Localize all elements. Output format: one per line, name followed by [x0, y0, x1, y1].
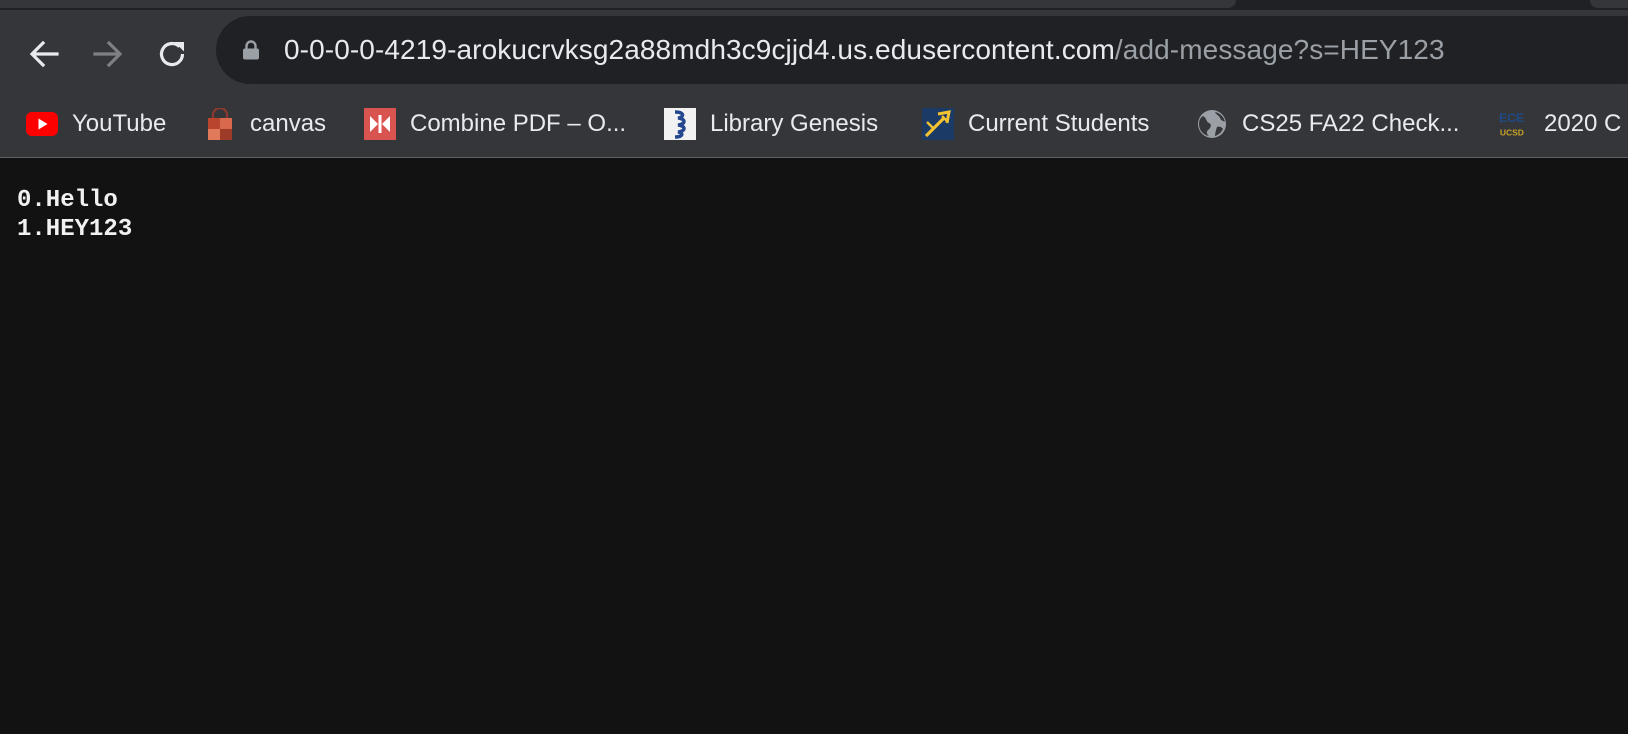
bookmark-label: Current Students [968, 110, 1150, 137]
svg-text:UCSD: UCSD [1500, 127, 1524, 137]
svg-text:ECE: ECE [1499, 111, 1524, 125]
reload-icon [159, 41, 185, 67]
combine-pdf-icon [364, 108, 396, 140]
bookmark-label: Combine PDF – O... [410, 110, 627, 137]
tab-strip [0, 0, 1628, 10]
bookmark-library-genesis[interactable]: Library Genesis [664, 104, 878, 144]
message-item: 0.Hello [17, 187, 118, 214]
bookmark-cs25-checkoff[interactable]: CS25 FA22 Check... [1196, 104, 1459, 144]
url-text[interactable]: 0-0-0-0-4219-arokucrvksg2a88mdh3c9cjjd4.… [284, 33, 1445, 67]
active-tab-edge[interactable] [0, 0, 1236, 8]
bookmark-combine-pdf[interactable]: Combine PDF – O... [364, 104, 626, 144]
message-list: 0.Hello 1.HEY123 [17, 186, 132, 244]
tab-edge-right[interactable] [1590, 0, 1628, 8]
canvas-icon [204, 108, 236, 140]
page-content: 0.Hello 1.HEY123 [0, 158, 1628, 734]
message-item: 1.HEY123 [17, 216, 133, 243]
bookmark-label: YouTube [72, 110, 167, 137]
reload-button[interactable] [148, 30, 196, 78]
bookmark-canvas[interactable]: canvas [204, 104, 326, 144]
arrow-left-icon [29, 40, 59, 68]
bookmark-ece-ucsd[interactable]: ECE UCSD 2020 C [1498, 104, 1621, 144]
arrow-right-icon [93, 40, 123, 68]
forward-button[interactable] [84, 30, 132, 78]
bookmark-label: canvas [250, 110, 327, 137]
lock-icon[interactable] [242, 40, 260, 60]
bookmark-label: 2020 C [1544, 110, 1622, 137]
globe-icon [1196, 108, 1228, 140]
back-button[interactable] [20, 30, 68, 78]
bookmark-youtube[interactable]: YouTube [26, 104, 166, 144]
address-bar[interactable]: 0-0-0-0-4219-arokucrvksg2a88mdh3c9cjjd4.… [216, 16, 1628, 84]
bookmark-label: Library Genesis [710, 110, 879, 137]
bookmark-current-students[interactable]: Current Students [922, 104, 1149, 144]
library-genesis-icon [664, 108, 696, 140]
browser-toolbar: 0-0-0-0-4219-arokucrvksg2a88mdh3c9cjjd4.… [0, 10, 1628, 100]
bookmark-label: CS25 FA22 Check... [1242, 110, 1460, 137]
browser-window: 0-0-0-0-4219-arokucrvksg2a88mdh3c9cjjd4.… [0, 0, 1628, 734]
trident-icon [922, 108, 954, 140]
url-host: 0-0-0-0-4219-arokucrvksg2a88mdh3c9cjjd4.… [284, 34, 1115, 65]
youtube-icon [26, 108, 58, 140]
url-path: /add-message?s=HEY123 [1114, 34, 1445, 65]
ece-ucsd-icon: ECE UCSD [1498, 108, 1530, 140]
bookmarks-bar: YouTube canvas Combine PDF – O... Librar… [0, 100, 1628, 158]
